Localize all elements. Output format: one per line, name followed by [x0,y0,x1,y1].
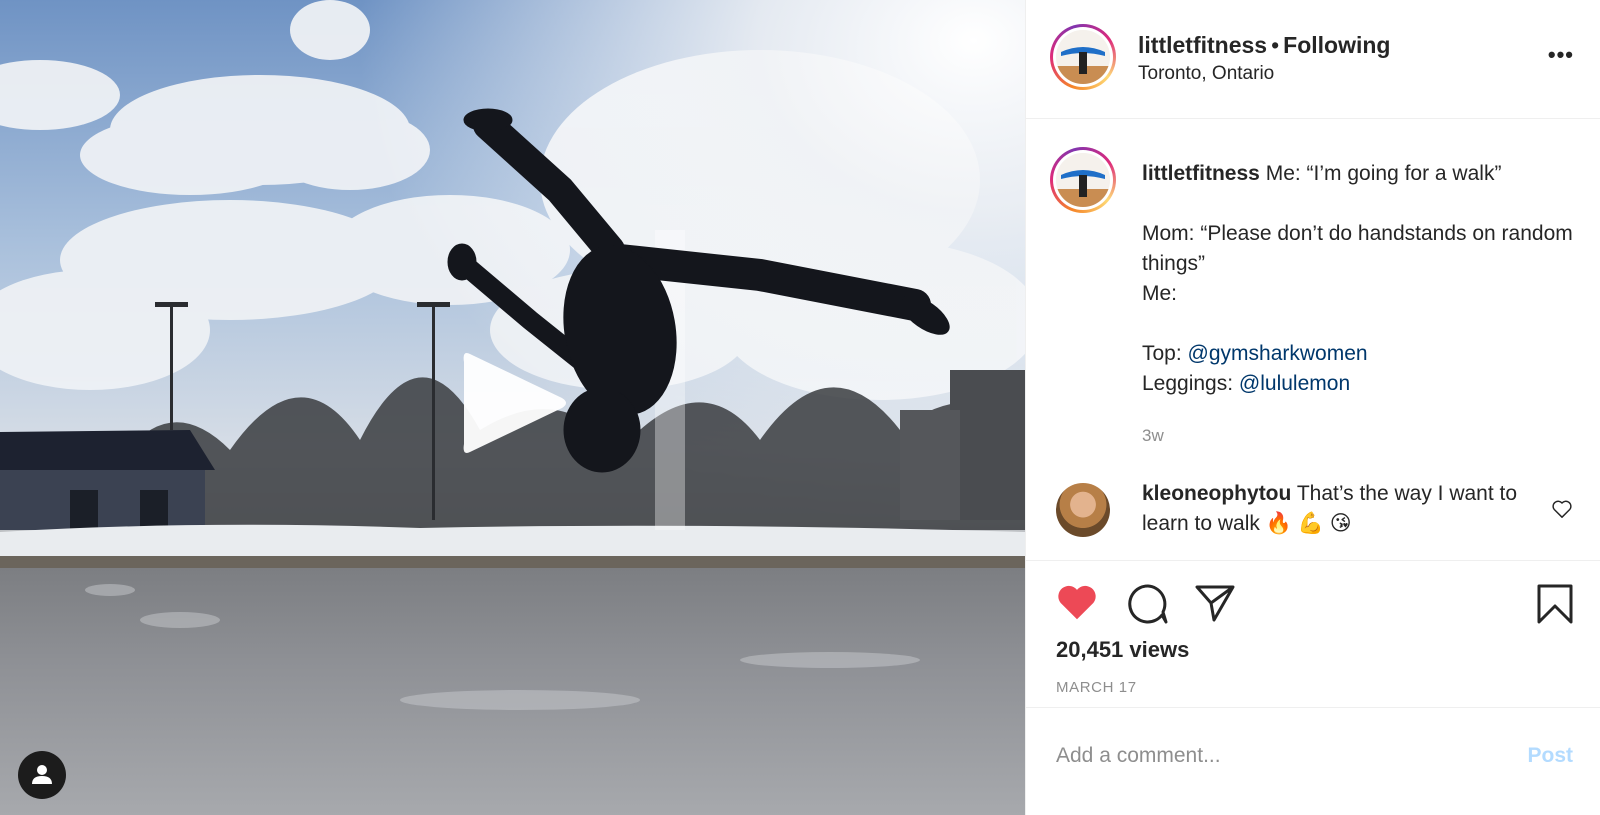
comments-section: littletfitness Me: “I’m going for a walk… [1026,119,1600,560]
caption-top-label: Top: [1142,342,1182,365]
caption-username[interactable]: littletfitness [1142,162,1260,185]
avatar-ring-inner [1053,150,1113,210]
avatar-photo [1056,153,1110,207]
comment-input[interactable] [1056,738,1476,774]
like-button[interactable] [1056,583,1098,626]
play-button[interactable] [462,348,572,458]
header-text: littletfitness • Following Toronto, Ontari… [1138,32,1390,85]
post-video[interactable] [0,0,1025,815]
caption-body: littletfitness Me: “I’m going for a walk… [1142,159,1582,451]
post-location[interactable]: Toronto, Ontario [1138,63,1390,85]
instagram-post: littletfitness • Following Toronto, Ontari… [0,0,1600,815]
separator-dot: • [1271,32,1280,58]
heart-filled-icon [1058,585,1096,620]
mention-lululemon[interactable]: @lululemon [1239,372,1350,395]
more-options-button[interactable]: ••• [1548,42,1574,68]
caption-time-ago[interactable]: 3w [1142,421,1582,451]
comment-composer: Post [1026,707,1600,815]
save-button[interactable] [1536,583,1574,630]
post-comment-button[interactable]: Post [1527,744,1573,768]
follow-status-button[interactable]: Following [1283,32,1390,58]
share-button[interactable] [1194,583,1236,628]
caption-author-avatar[interactable] [1050,147,1116,213]
tagged-users-button[interactable] [18,751,66,799]
paper-plane-icon [1195,585,1235,622]
commenter-avatar[interactable] [1056,483,1110,537]
avatar-ring-inner [1053,27,1113,87]
caption-line-3: Me: [1142,282,1178,305]
author-avatar[interactable] [1050,24,1116,90]
comment-text-block: kleoneophytou That’s the way I want to l… [1142,479,1522,539]
commenter-username[interactable]: kleoneophytou [1142,482,1291,505]
caption-line-1: Me: “I’m going for a walk” [1265,162,1502,185]
caption-avatar-image [1056,153,1110,207]
post-side-panel: littletfitness • Following Toronto, Ontari… [1025,0,1600,815]
play-icon [463,353,566,453]
mention-gymsharkwomen[interactable]: @gymsharkwomen [1188,342,1368,365]
author-username[interactable]: littletfitness [1138,32,1267,58]
post-header: littletfitness • Following Toronto, Ontari… [1026,0,1600,119]
bookmark-icon [1537,584,1573,624]
like-comment-button[interactable] [1551,499,1573,524]
user-silhouette-icon [32,765,52,784]
post-date[interactable]: MARCH 17 [1056,679,1137,696]
view-count[interactable]: 20,451 views [1056,637,1189,663]
author-avatar-image [1056,30,1110,84]
avatar-photo [1056,30,1110,84]
heart-outline-icon [1552,500,1572,518]
caption-leggings-label: Leggings: [1142,372,1234,395]
comment-item: kleoneophytou That’s the way I want to l… [1026,479,1600,559]
caption-line-2: Mom: “Please don’t do handstands on rand… [1142,222,1573,275]
comment-button[interactable] [1126,583,1170,630]
speech-bubble-icon [1128,584,1168,624]
